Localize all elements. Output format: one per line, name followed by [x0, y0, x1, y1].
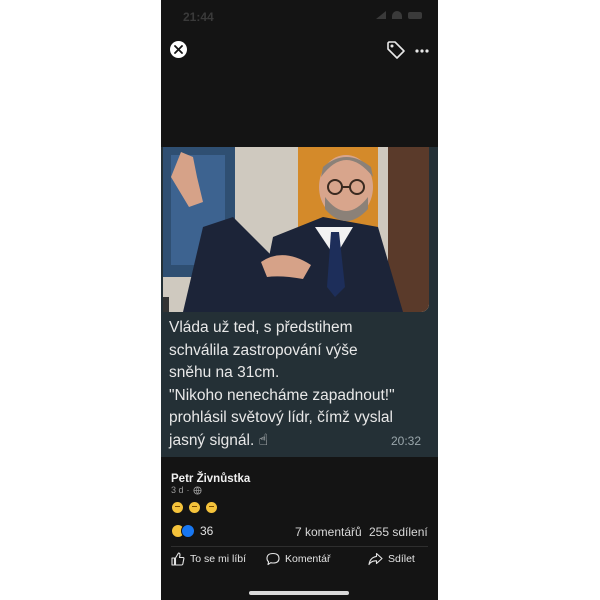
- more-icon: [415, 49, 429, 53]
- close-button[interactable]: [170, 41, 187, 58]
- status-time: 21:44: [183, 10, 214, 24]
- share-arrow-icon: [368, 552, 383, 566]
- post-age: 3 d: [171, 485, 184, 495]
- message-time: 20:32: [391, 434, 422, 448]
- comment-emojis: [172, 502, 217, 513]
- home-indicator[interactable]: [249, 591, 349, 595]
- more-options-button[interactable]: [411, 39, 433, 61]
- person-photo: [163, 147, 429, 312]
- comment-bubble-icon: [266, 552, 280, 566]
- action-bar: To se mi líbí Komentář Sdílet: [161, 552, 438, 574]
- tag-button[interactable]: [385, 39, 407, 61]
- phone-screen: 21:44 Vláda už ted, s předstihem schváli…: [161, 0, 438, 600]
- comment-button[interactable]: Komentář: [266, 552, 331, 566]
- thumbs-up-icon: [171, 552, 185, 566]
- share-label: Sdílet: [388, 553, 415, 565]
- grinning-emoji-icon: [189, 502, 200, 513]
- reactions-summary[interactable]: 36: [171, 524, 213, 538]
- post-caption: Vláda už ted, s předstihem schválila zas…: [169, 319, 395, 449]
- battery-icon: [408, 11, 422, 19]
- tag-icon: [387, 41, 405, 59]
- wifi-icon: [392, 11, 402, 19]
- meta-separator: ·: [186, 485, 190, 495]
- grinning-emoji-icon: [206, 502, 217, 513]
- comments-count[interactable]: 7 komentářů: [295, 525, 362, 539]
- globe-icon: [192, 485, 202, 495]
- post-image[interactable]: Vláda už ted, s předstihem schválila zas…: [161, 147, 438, 457]
- like-reaction-icon: [181, 524, 195, 538]
- shares-count[interactable]: 255 sdílení: [369, 525, 428, 539]
- reaction-count: 36: [200, 524, 214, 538]
- grinning-emoji-icon: [172, 502, 183, 513]
- post-meta: 3 d ·: [171, 485, 202, 495]
- close-icon: [174, 45, 183, 54]
- share-button[interactable]: Sdílet: [368, 552, 415, 566]
- viewer-top-bar: [161, 36, 438, 66]
- comment-label: Komentář: [285, 553, 331, 565]
- status-icons: [376, 11, 422, 19]
- like-label: To se mi líbí: [190, 553, 247, 565]
- author-name[interactable]: Petr Živnůstka: [171, 473, 250, 485]
- divider: [171, 546, 428, 547]
- like-button[interactable]: To se mi líbí: [171, 552, 246, 566]
- status-bar: 21:44: [161, 0, 438, 32]
- signal-icon: [376, 11, 386, 19]
